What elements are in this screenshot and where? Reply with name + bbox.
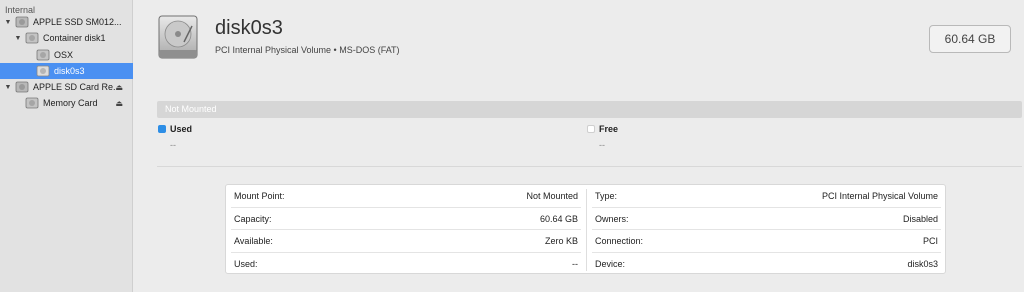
info-label: Mount Point: bbox=[234, 191, 285, 202]
info-label: Device: bbox=[595, 258, 626, 269]
free-label: Free bbox=[599, 124, 619, 134]
disclosure-triangle-icon[interactable]: ▼ bbox=[4, 84, 12, 91]
sidebar-item-container-disk1[interactable]: ▼ Container disk1 bbox=[0, 30, 133, 46]
info-column-left: Mount Point: Not Mounted Capacity: 60.64… bbox=[226, 185, 586, 275]
volume-icon bbox=[36, 49, 50, 61]
sidebar-item-label: disk0s3 bbox=[54, 66, 85, 76]
sidebar-item-osx[interactable]: OSX bbox=[0, 47, 133, 63]
info-row-owners: Owners: Disabled bbox=[587, 208, 946, 231]
used-value: -- bbox=[170, 140, 176, 150]
volume-subtitle: PCI Internal Physical Volume • MS-DOS (F… bbox=[215, 45, 400, 55]
info-label: Available: bbox=[234, 236, 273, 247]
info-column-right: Type: PCI Internal Physical Volume Owner… bbox=[587, 185, 946, 275]
page-title: disk0s3 bbox=[215, 17, 283, 39]
sidebar-item-label: OSX bbox=[54, 50, 74, 60]
info-row-available: Available: Zero KB bbox=[226, 230, 586, 253]
info-label: Capacity: bbox=[234, 213, 272, 224]
info-row-device: Device: disk0s3 bbox=[587, 253, 946, 276]
used-label: Used bbox=[170, 124, 193, 134]
volume-info-table: Mount Point: Not Mounted Capacity: 60.64… bbox=[225, 184, 946, 274]
used-color-swatch bbox=[158, 125, 166, 133]
sidebar-item-disk0s3[interactable]: disk0s3 bbox=[0, 63, 133, 79]
info-row-mount-point: Mount Point: Not Mounted bbox=[226, 185, 586, 208]
info-value: 60.64 GB bbox=[539, 213, 578, 224]
free-color-swatch bbox=[587, 125, 595, 133]
hard-disk-icon bbox=[15, 16, 29, 28]
info-value: PCI Internal Physical Volume bbox=[821, 191, 938, 202]
sidebar-item-label: Memory Card bbox=[43, 98, 98, 108]
info-value: PCI bbox=[922, 236, 938, 247]
info-value: Not Mounted bbox=[526, 191, 578, 202]
info-row-used: Used: -- bbox=[226, 253, 586, 276]
sidebar-item-label: APPLE SD Card Re... bbox=[33, 82, 121, 92]
info-value: Zero KB bbox=[544, 236, 578, 247]
info-label: Owners: bbox=[595, 213, 629, 224]
sidebar-item-apple-sd-card[interactable]: ▼ APPLE SD Card Re... ⏏ bbox=[0, 79, 133, 95]
info-row-type: Type: PCI Internal Physical Volume bbox=[587, 185, 946, 208]
info-value: disk0s3 bbox=[907, 258, 938, 269]
volume-icon bbox=[36, 65, 50, 77]
info-value: Disabled bbox=[902, 213, 938, 224]
hard-disk-icon bbox=[15, 81, 29, 93]
info-row-connection: Connection: PCI bbox=[587, 230, 946, 253]
sidebar: Internal ▼ APPLE SSD SM012... ▼ Containe… bbox=[0, 0, 133, 292]
info-row-capacity: Capacity: 60.64 GB bbox=[226, 208, 586, 231]
info-label: Type: bbox=[595, 191, 618, 202]
info-label: Used: bbox=[234, 258, 258, 269]
sidebar-item-memory-card[interactable]: Memory Card ⏏ bbox=[0, 95, 133, 111]
sidebar-item-label: APPLE SSD SM012... bbox=[33, 17, 122, 27]
sidebar-item-apple-ssd[interactable]: ▼ APPLE SSD SM012... bbox=[0, 14, 133, 30]
sidebar-item-label: Container disk1 bbox=[43, 33, 106, 43]
eject-icon[interactable]: ⏏ bbox=[115, 99, 123, 108]
section-divider bbox=[157, 166, 1022, 167]
disclosure-triangle-icon[interactable]: ▼ bbox=[4, 19, 12, 26]
container-icon bbox=[25, 32, 39, 44]
eject-icon[interactable]: ⏏ bbox=[115, 83, 123, 92]
disclosure-triangle-icon[interactable]: ▼ bbox=[14, 35, 22, 42]
volume-large-icon bbox=[158, 15, 198, 59]
volume-size-badge: 60.64 GB bbox=[929, 25, 1011, 53]
volume-icon bbox=[25, 97, 39, 109]
info-value: -- bbox=[572, 258, 578, 269]
free-value: -- bbox=[599, 140, 605, 150]
usage-bar: Not Mounted bbox=[157, 101, 1022, 118]
info-label: Connection: bbox=[595, 236, 644, 247]
